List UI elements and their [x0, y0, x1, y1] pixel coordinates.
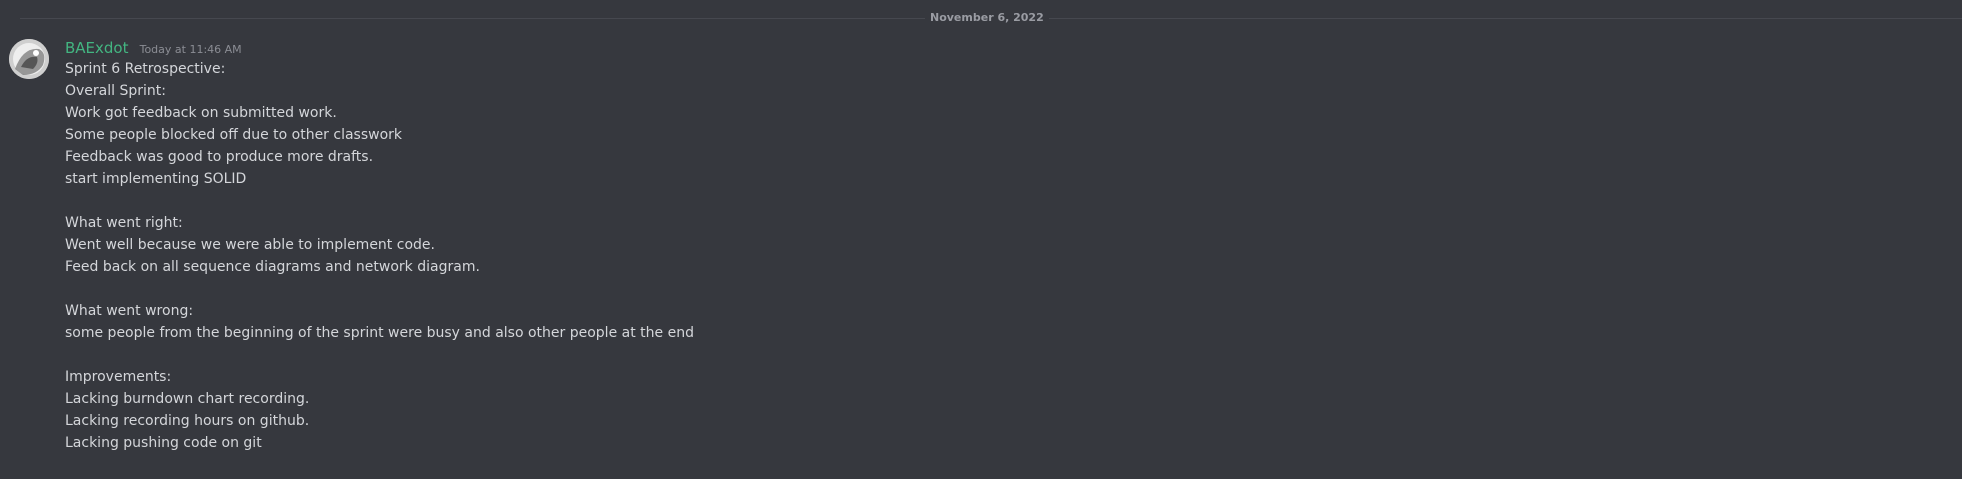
message-line: Lacking burndown chart recording.	[65, 391, 310, 407]
message-line: Sprint 6 Retrospective:	[65, 61, 226, 77]
message-timestamp: Today at 11:46 AM	[139, 43, 242, 56]
message-line: Overall Sprint:	[65, 83, 166, 99]
date-divider-label: November 6, 2022	[925, 9, 1049, 27]
message-line: What went wrong:	[65, 303, 194, 319]
message-line: What went right:	[65, 215, 183, 231]
message-line: start implementing SOLID	[65, 171, 247, 187]
message-line	[65, 190, 1925, 212]
message-header: BAExdot Today at 11:46 AM	[65, 37, 242, 59]
message-line	[65, 344, 1925, 366]
message-line: Lacking pushing code on git	[65, 435, 262, 451]
message-line: Work got feedback on submitted work.	[65, 105, 337, 121]
message-content: Sprint 6 Retrospective: Overall Sprint: …	[65, 58, 1925, 454]
message-line	[65, 278, 1925, 300]
message-line: Feed back on all sequence diagrams and n…	[65, 259, 480, 275]
message-line: Improvements:	[65, 369, 172, 385]
user-avatar-icon[interactable]	[9, 39, 49, 79]
chat-message[interactable]: BAExdot Today at 11:46 AM Sprint 6 Retro…	[0, 36, 1962, 466]
username-link[interactable]: BAExdot	[65, 39, 129, 57]
message-line: Some people blocked off due to other cla…	[65, 127, 403, 143]
message-line: Feedback was good to produce more drafts…	[65, 149, 374, 165]
message-line: Lacking recording hours on github.	[65, 413, 310, 429]
message-line: Went well because we were able to implem…	[65, 237, 435, 253]
message-line: some people from the beginning of the sp…	[65, 325, 694, 341]
